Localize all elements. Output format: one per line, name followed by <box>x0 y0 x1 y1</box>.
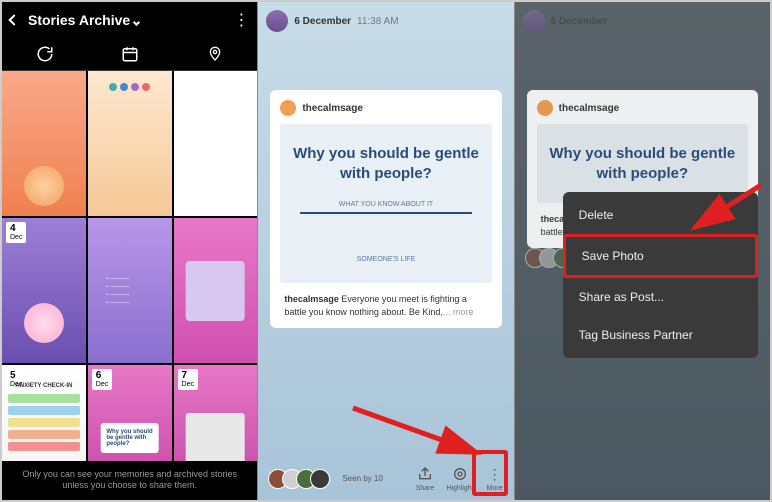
story-menu-panel: 6 December thecalmsage Why you should be… <box>515 2 770 500</box>
viewers[interactable] <box>268 469 330 489</box>
menu-share-as-post[interactable]: Share as Post... <box>563 278 758 316</box>
story-time: 11:38 AM <box>357 16 399 27</box>
archive-tabs <box>2 38 257 71</box>
archive-cell[interactable] <box>174 71 258 216</box>
card-body: Why you should be gentle with people? WH… <box>280 124 491 283</box>
avatar[interactable] <box>266 10 288 32</box>
calendar-tab-icon[interactable] <box>120 44 140 64</box>
card-sub2: SOMEONE'S LIFE <box>290 256 481 263</box>
reload-tab-icon[interactable] <box>35 44 55 64</box>
card-username: thecalmsage <box>302 103 363 114</box>
avatar <box>523 10 545 32</box>
archive-cell[interactable]: 6DecWhy you should be gentle with people… <box>88 365 172 461</box>
card-title: Why you should be gentle with people? <box>290 144 481 183</box>
more-icon[interactable]: ⋮ <box>233 10 249 30</box>
archive-panel: Stories Archive ⋮ 4Dec • ————• ————• ———… <box>2 2 258 500</box>
archive-cell[interactable]: 5Dec ANXIETY CHECK-IN <box>2 365 86 461</box>
archive-title[interactable]: Stories Archive <box>28 12 223 28</box>
seen-count[interactable]: Seen by 10 <box>342 474 382 483</box>
annotation-arrow-icon <box>686 180 766 245</box>
card-avatar-icon <box>280 100 296 116</box>
archive-footer: Only you can see your memories and archi… <box>2 461 257 500</box>
card-caption: thecalmsage Everyone you meet is fightin… <box>284 293 487 318</box>
story-header: 6 December <box>515 2 770 40</box>
back-icon[interactable] <box>10 11 18 29</box>
story-panel: 6 December 11:38 AM thecalmsage Why you … <box>258 2 514 500</box>
menu-tag-partner[interactable]: Tag Business Partner <box>563 316 758 354</box>
archive-grid: 4Dec • ————• ————• ————• ———— 5Dec ANXIE… <box>2 71 257 461</box>
story-date: 6 December <box>294 16 351 27</box>
archive-cell[interactable] <box>88 71 172 216</box>
story-card[interactable]: thecalmsage Why you should be gentle wit… <box>270 90 501 328</box>
archive-cell[interactable]: 7Dec <box>174 365 258 461</box>
archive-cell[interactable]: • ————• ————• ————• ———— <box>88 218 172 363</box>
archive-cell[interactable] <box>174 218 258 363</box>
archive-cell[interactable]: 4Dec <box>2 218 86 363</box>
archive-header: Stories Archive ⋮ <box>2 2 257 38</box>
highlight-button[interactable]: Highlight <box>446 465 473 492</box>
share-button[interactable]: Share <box>416 465 435 492</box>
archive-cell[interactable] <box>2 71 86 216</box>
annotation-arrow-icon <box>348 403 488 468</box>
story-header: 6 December 11:38 AM <box>258 2 513 40</box>
location-tab-icon[interactable] <box>205 44 225 64</box>
card-sub1: WHAT YOU KNOW ABOUT IT <box>290 201 481 208</box>
